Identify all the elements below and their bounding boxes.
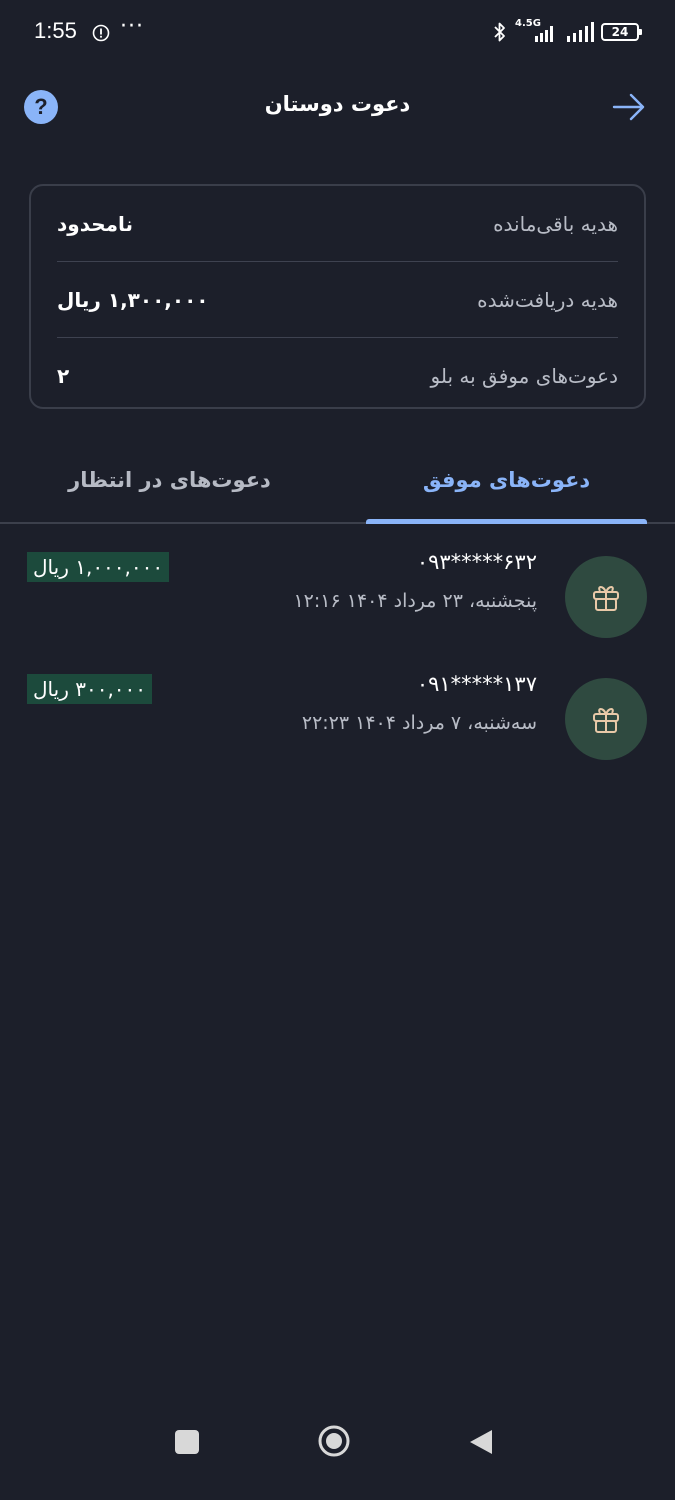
app-header: ? دعوت دوستان bbox=[0, 72, 675, 144]
mobile-network: 4.5G bbox=[515, 18, 559, 44]
tab-bar: دعوت‌های موفق دعوت‌های در انتظار bbox=[0, 440, 675, 524]
summary-card: هدیه باقی‌مانده نامحدود هدیه دریافت‌شده … bbox=[29, 184, 646, 409]
tab-label: دعوت‌های موفق bbox=[422, 468, 591, 492]
list-item[interactable]: ۰۹۳*****۶۳۲ پنجشنبه، ۲۳ مرداد ۱۴۰۴ ۱۲:۱۶… bbox=[0, 540, 675, 662]
summary-value: ۱,۳۰۰,۰۰۰ ریال bbox=[57, 287, 209, 312]
signal-icon bbox=[535, 26, 553, 42]
summary-label: دعوت‌های موفق به بلو bbox=[430, 363, 618, 388]
invite-amount: ۱,۰۰۰,۰۰۰ ریال bbox=[27, 552, 170, 582]
battery-icon: 24 bbox=[601, 23, 642, 41]
summary-value: ۲ bbox=[57, 363, 70, 388]
gift-avatar bbox=[565, 556, 647, 638]
status-indicators: 4.5G 24 bbox=[491, 18, 642, 44]
alert-icon bbox=[92, 24, 110, 42]
list-item[interactable]: ۰۹۱*****۱۳۷ سه‌شنبه، ۷ مرداد ۱۴۰۴ ۲۲:۲۳ … bbox=[0, 662, 675, 784]
signal-icon-2 bbox=[567, 22, 594, 42]
tab-pending[interactable]: دعوت‌های در انتظار bbox=[1, 440, 338, 522]
status-bar: 1:55 ··· 4.5G 24 bbox=[0, 0, 675, 68]
gift-avatar bbox=[565, 678, 647, 760]
summary-row-received: هدیه دریافت‌شده ۱,۳۰۰,۰۰۰ ریال bbox=[57, 261, 618, 337]
gift-icon bbox=[593, 586, 619, 611]
gift-icon bbox=[593, 708, 619, 733]
invite-phone: ۰۹۱*****۱۳۷ bbox=[416, 672, 537, 696]
invite-list: ۰۹۳*****۶۳۲ پنجشنبه، ۲۳ مرداد ۱۴۰۴ ۱۲:۱۶… bbox=[0, 540, 675, 784]
page-title: دعوت دوستان bbox=[264, 92, 411, 116]
invite-phone: ۰۹۳*****۶۳۲ bbox=[416, 550, 537, 574]
system-nav-bar bbox=[0, 1420, 675, 1500]
invite-amount: ۳۰۰,۰۰۰ ریال bbox=[27, 674, 153, 704]
tab-label: دعوت‌های در انتظار bbox=[68, 468, 271, 492]
arrow-right-icon[interactable] bbox=[611, 90, 647, 124]
summary-row-remaining: هدیه باقی‌مانده نامحدود bbox=[57, 186, 618, 261]
summary-value: نامحدود bbox=[57, 211, 134, 236]
screen: 1:55 ··· 4.5G 24 ? دعوت دوستان هدیه باقی… bbox=[0, 0, 675, 1500]
summary-label: هدیه باقی‌مانده bbox=[493, 211, 618, 236]
tab-indicator bbox=[366, 519, 647, 524]
invite-date: سه‌شنبه، ۷ مرداد ۱۴۰۴ ۲۲:۲۳ bbox=[301, 712, 537, 734]
more-notifications-icon: ··· bbox=[120, 14, 144, 39]
summary-row-successful: دعوت‌های موفق به بلو ۲ bbox=[57, 337, 618, 413]
bluetooth-icon bbox=[494, 22, 505, 42]
recent-apps-icon[interactable] bbox=[175, 1430, 199, 1454]
status-time: 1:55 bbox=[34, 18, 77, 43]
home-icon[interactable] bbox=[317, 1424, 351, 1458]
tab-successful[interactable]: دعوت‌های موفق bbox=[338, 440, 675, 524]
nav-back-icon[interactable] bbox=[468, 1428, 494, 1456]
summary-label: هدیه دریافت‌شده bbox=[477, 287, 618, 312]
invite-date: پنجشنبه، ۲۳ مرداد ۱۴۰۴ ۱۲:۱۶ bbox=[293, 590, 537, 612]
